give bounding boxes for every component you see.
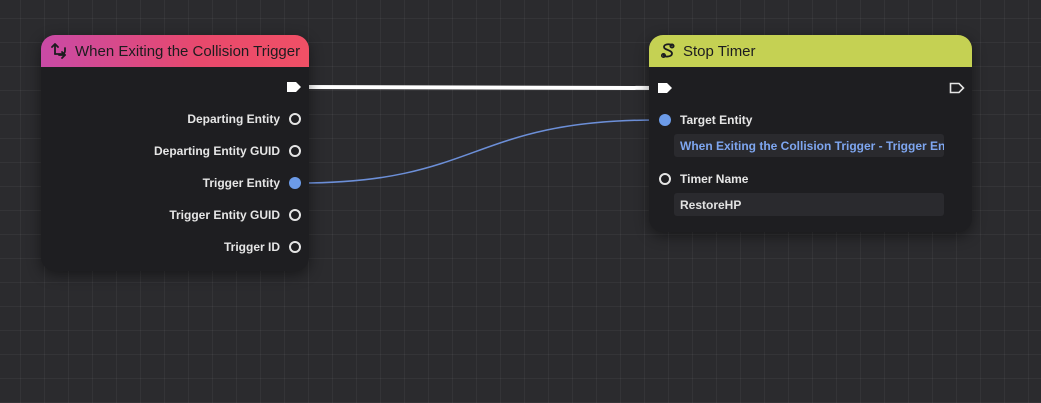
output-pin-filled[interactable] xyxy=(289,177,301,189)
timer-node-icon xyxy=(659,42,677,60)
target-entity-value: When Exiting the Collision Trigger - Tri… xyxy=(674,134,944,157)
input-pin-hollow[interactable] xyxy=(659,173,671,185)
output-label: Trigger Entity xyxy=(202,176,280,190)
event-node-header[interactable]: When Exiting the Collision Trigger xyxy=(41,35,309,67)
output-trigger-id[interactable]: Trigger ID xyxy=(224,238,309,256)
input-label: Timer Name xyxy=(680,172,749,186)
output-label: Departing Entity GUID xyxy=(153,144,280,158)
output-label: Trigger Entity GUID xyxy=(169,208,280,222)
timer-name-field[interactable]: RestoreHP xyxy=(674,193,944,216)
input-target-entity[interactable]: Target Entity xyxy=(658,111,752,129)
input-pin-filled[interactable] xyxy=(659,114,671,126)
output-trigger-entity-guid[interactable]: Trigger Entity GUID xyxy=(169,206,309,224)
exec-out-pin[interactable] xyxy=(286,81,302,93)
output-label: Departing Entity xyxy=(187,112,280,126)
target-entity-value-text: When Exiting the Collision Trigger - Tri… xyxy=(680,138,944,153)
graph-canvas[interactable]: When Exiting the Collision Trigger Depar… xyxy=(0,0,1041,403)
event-trigger-icon xyxy=(51,42,69,60)
input-timer-name[interactable]: Timer Name xyxy=(658,170,748,188)
data-wire-trigger-entity[interactable] xyxy=(299,119,658,184)
output-departing-entity-guid[interactable]: Departing Entity GUID xyxy=(154,142,309,160)
action-node-stop-timer[interactable]: Stop Timer Target Entity When Exiting th… xyxy=(649,35,972,232)
timer-name-value-text: RestoreHP xyxy=(680,197,742,212)
event-node-title: When Exiting the Collision Trigger xyxy=(75,42,301,60)
exec-in-pin[interactable] xyxy=(657,82,673,94)
output-departing-entity[interactable]: Departing Entity xyxy=(187,110,309,128)
exec-wire[interactable] xyxy=(302,85,658,90)
output-label: Trigger ID xyxy=(223,240,280,254)
output-trigger-entity[interactable]: Trigger Entity xyxy=(203,174,309,192)
output-pin-hollow[interactable] xyxy=(289,113,301,125)
input-label: Target Entity xyxy=(680,113,753,127)
event-node-exiting-collision-trigger[interactable]: When Exiting the Collision Trigger Depar… xyxy=(41,35,309,271)
output-pin-hollow[interactable] xyxy=(289,241,301,253)
action-node-header[interactable]: Stop Timer xyxy=(649,35,972,67)
exec-out-pin[interactable] xyxy=(949,82,965,94)
output-pin-hollow[interactable] xyxy=(289,145,301,157)
action-node-title: Stop Timer xyxy=(683,42,756,60)
output-pin-hollow[interactable] xyxy=(289,209,301,221)
